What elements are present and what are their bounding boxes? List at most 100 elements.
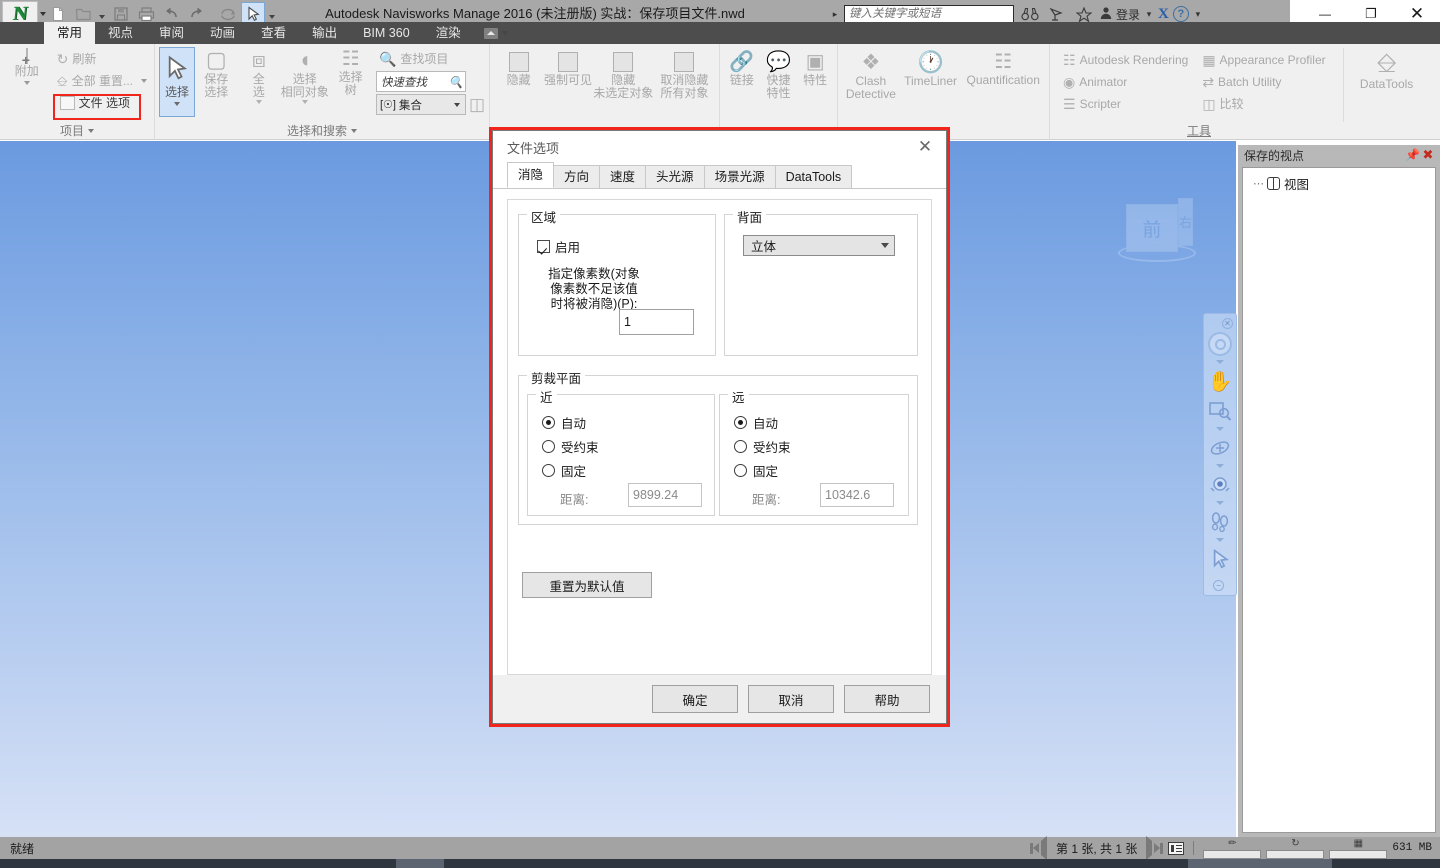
ribbon-panel-tools-title[interactable]: 工具 [1050,122,1438,140]
help-chevron-down-icon[interactable]: ▾ [1193,9,1203,20]
properties-button[interactable]: ▣ 特性 [797,50,833,87]
area-enable-checkbox-row[interactable]: 启用 [537,237,580,256]
clash-detective-button[interactable]: ❖ Clash Detective [842,50,900,101]
reset-to-defaults-button[interactable]: 重置为默认值 [522,572,652,598]
help-icon[interactable]: ? [1172,6,1189,22]
find-items-button[interactable]: 🔍 查找项目 [376,48,485,69]
unhide-all-button[interactable]: 取消隐藏 所有对象 [654,50,715,100]
select-same-chevron-down-icon[interactable] [301,100,308,104]
walk-icon[interactable] [1205,507,1235,537]
dialog-tab-culling[interactable]: 消隐 [507,162,555,188]
signin-chevron-down-icon[interactable]: ▾ [1144,9,1154,20]
taskbar-tray[interactable] [1188,859,1332,868]
batch-utility-button[interactable]: ⇄ Batch Utility [1199,71,1328,92]
select-same-button[interactable]: ◖ 选择 相同对象 [280,47,329,104]
tab-output[interactable]: 输出 [299,22,350,44]
first-page-icon[interactable] [1030,842,1040,854]
select-all-chevron-down-icon[interactable] [255,100,262,104]
area-pixel-input[interactable]: 1 [619,309,694,335]
dialog-tab-scene-lights[interactable]: 场景光源 [703,165,776,188]
hide-button[interactable]: 隐藏 [494,50,543,87]
steering-wheel-icon[interactable] [1205,329,1235,359]
appearance-profiler-button[interactable]: ▦ Appearance Profiler [1199,49,1328,70]
autodesk-rendering-button[interactable]: ☷ Autodesk Rendering [1060,49,1191,70]
animator-button[interactable]: ◉ Animator [1060,71,1191,92]
reset-all-button[interactable]: ⎒ 全部 重置... [54,70,150,91]
scripter-button[interactable]: ☰ Scripter [1060,93,1191,114]
view-cube-right-face[interactable]: 右 [1178,198,1193,246]
pin-icon[interactable]: 📌 [1405,148,1420,162]
far-constrained-radio[interactable] [734,440,747,453]
quick-properties-button[interactable]: 💬 快捷 特性 [760,50,798,100]
near-fixed-radio[interactable] [542,464,555,477]
timeliner-button[interactable]: 🕐 TimeLiner [900,50,962,88]
cancel-button[interactable]: 取消 [748,685,834,713]
select-cursor-icon[interactable] [1205,544,1235,574]
ribbon-display-options-button[interactable] [474,22,518,44]
tab-render[interactable]: 渲染 [423,22,474,44]
far-auto-radio-row[interactable]: 自动 [734,413,778,432]
minimize-icon[interactable]: − [1213,580,1224,591]
near-auto-radio[interactable] [542,416,555,429]
walk-chevron-down-icon[interactable] [1216,538,1224,542]
refresh-button[interactable]: ↻ 刷新 [54,48,150,69]
steering-wheel-chevron-down-icon[interactable] [1216,360,1224,364]
last-page-icon[interactable] [1154,842,1164,854]
sets-dropdown[interactable]: [☉] 集合 [375,94,466,115]
compare-button[interactable]: ◫ 比较 [1199,93,1328,114]
prev-page-icon[interactable] [1041,836,1048,860]
near-fixed-radio-row[interactable]: 固定 [542,461,586,480]
near-constrained-radio-row[interactable]: 受约束 [542,437,599,456]
require-visible-button[interactable]: 强制可见 [543,50,592,87]
links-button[interactable]: 🔗 链接 [724,50,760,87]
close-icon[interactable]: ✖ [1420,147,1436,163]
sets-chevron-down-icon[interactable] [453,102,460,107]
close-icon[interactable]: ✕ [1222,318,1233,329]
tab-home[interactable]: 常用 [44,22,96,44]
view-cube[interactable]: 前 右 [1118,190,1198,270]
select-chevron-down-icon[interactable] [174,102,180,106]
quick-find-input[interactable]: 快速查找 🔍 [375,71,466,92]
tab-review[interactable]: 审阅 [146,22,197,44]
info-center-expand-icon[interactable]: ▸ [830,9,840,20]
select-all-button[interactable]: ⧈ 全选 [238,47,281,104]
taskbar-item[interactable] [396,859,444,868]
dialog-tab-speed[interactable]: 速度 [599,165,647,188]
tab-view[interactable]: 查看 [248,22,299,44]
dialog-tab-headlight[interactable]: 头光源 [645,165,705,188]
far-distance-input[interactable]: 10342.6 [820,483,894,507]
far-fixed-radio[interactable] [734,464,747,477]
near-constrained-radio[interactable] [542,440,555,453]
ok-button[interactable]: 确定 [652,685,738,713]
select-button[interactable]: 选择 [159,47,196,117]
far-fixed-radio-row[interactable]: 固定 [734,461,778,480]
saved-viewpoints-tree[interactable]: ⋯ 视图 [1242,167,1436,833]
autodesk-exchange-icon[interactable]: X [1158,6,1169,23]
look-around-chevron-down-icon[interactable] [1216,501,1224,505]
zoom-chevron-down-icon[interactable] [1216,427,1224,431]
sheet-list-icon[interactable] [1168,841,1185,855]
look-around-icon[interactable] [1205,470,1235,500]
tab-bim360[interactable]: BIM 360 [350,22,423,44]
ribbon-panel-project-title[interactable]: 项目 [0,122,154,140]
orbit-chevron-down-icon[interactable] [1216,464,1224,468]
far-auto-radio[interactable] [734,416,747,429]
next-page-icon[interactable] [1146,836,1153,860]
attach-chevron-down-icon[interactable] [23,81,30,85]
file-options-button[interactable]: 文件 选项 [54,92,150,113]
save-selection-button[interactable]: ▢ 保存 选择 [195,47,238,99]
search-input[interactable]: 键入关键字或短语 [844,4,1014,24]
near-auto-radio-row[interactable]: 自动 [542,413,586,432]
signin-button[interactable]: 登录 [1099,6,1140,23]
hide-unselected-button[interactable]: 隐藏 未选定对象 [593,50,654,100]
list-item[interactable]: ⋯ 视图 [1243,168,1435,193]
magnifier-icon[interactable]: 🔍 [449,75,463,89]
reset-all-chevron-down-icon[interactable] [141,78,147,83]
orbit-icon[interactable] [1205,433,1235,463]
dialog-close-button[interactable]: ✕ [908,133,942,161]
selection-tree-button[interactable]: ☷ 选择树 [329,47,372,97]
zoom-window-icon[interactable] [1205,396,1235,426]
near-distance-input[interactable]: 9899.24 [628,483,702,507]
pan-hand-icon[interactable]: ✋ [1205,366,1235,396]
backface-mode-select[interactable]: 立体 [743,235,895,256]
